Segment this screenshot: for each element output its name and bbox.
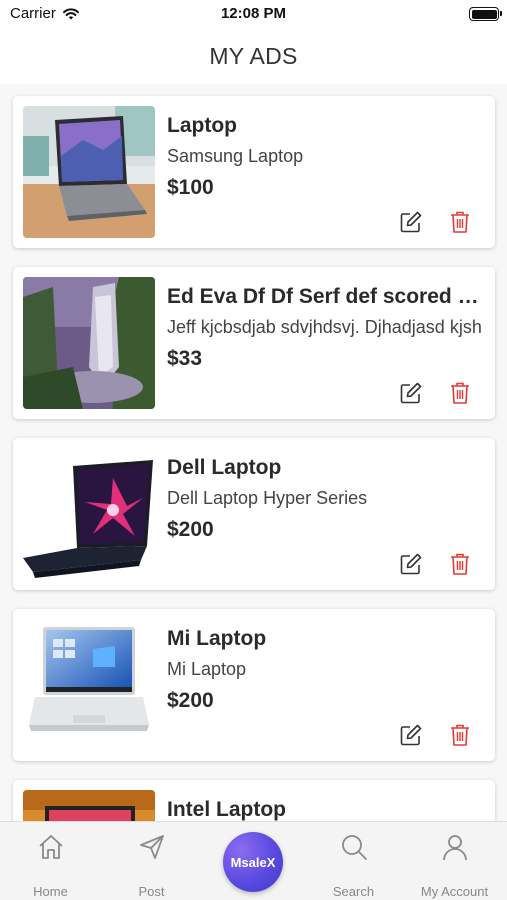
ads-list[interactable]: Laptop Samsung Laptop $100 Ed Eva Df Df … [0,84,507,821]
status-time: 12:08 PM [220,5,287,22]
edit-icon[interactable] [399,381,423,405]
status-bar: Carrier 12:08 PM [0,0,507,30]
tab-home-label: Home [33,884,68,899]
search-icon [342,835,367,860]
ad-title: Ed Eva Df Df Serf def scored dkjc [167,285,485,308]
ad-card[interactable]: Laptop Samsung Laptop $100 [13,96,495,248]
tab-post[interactable]: Post [101,822,202,900]
ad-card[interactable]: Mi Laptop Mi Laptop $200 [13,609,495,761]
ad-thumbnail [23,106,155,238]
tab-search[interactable]: Search [303,822,404,900]
ad-card[interactable]: Intel Laptop [13,780,495,821]
ad-thumbnail [23,448,155,580]
tab-my-account-label: My Account [420,884,489,899]
ad-title: Mi Laptop [167,627,267,650]
tab-search-label: Search [332,884,375,899]
ad-title: Dell Laptop [167,456,282,479]
ad-price: $100 [167,176,214,199]
ad-thumbnail [23,619,155,751]
user-icon [443,835,467,861]
battery-icon [469,7,502,21]
ad-thumbnail [23,277,155,409]
trash-icon[interactable] [449,210,471,234]
ad-price: $33 [167,347,203,370]
bottom-tab-bar: Home Post MsaleX Search My Account [0,821,507,900]
edit-icon[interactable] [399,210,423,234]
trash-icon[interactable] [449,723,471,747]
trash-icon[interactable] [449,381,471,405]
msalex-center-button[interactable]: MsaleX [223,832,283,892]
ad-description: Mi Laptop [167,659,247,679]
trash-icon[interactable] [449,552,471,576]
ad-description: Dell Laptop Hyper Series [167,488,368,508]
ad-description: Jeff kjcbsdjab sdvjhdsvj. Djhadjasd kjsh [167,317,482,337]
ad-card[interactable]: Ed Eva Df Df Serf def scored dkjc Jeff k… [13,267,495,419]
ad-title: Intel Laptop [167,798,286,821]
ad-title: Laptop [167,114,237,137]
ad-card[interactable]: Dell Laptop Dell Laptop Hyper Series $20… [13,438,495,590]
tab-post-label: Post [138,884,165,899]
home-icon [39,835,63,859]
ad-description: Samsung Laptop [167,146,304,166]
ad-price: $200 [167,518,214,541]
page-header: MY ADS [0,30,507,84]
tab-my-account[interactable]: My Account [404,822,507,900]
page-title: MY ADS [209,43,298,69]
ad-thumbnail [23,790,155,821]
tab-home[interactable]: Home [0,822,101,900]
send-icon [140,835,164,859]
edit-icon[interactable] [399,552,423,576]
edit-icon[interactable] [399,723,423,747]
ad-price: $200 [167,689,214,712]
center-button-label: MsaleX [230,854,276,870]
